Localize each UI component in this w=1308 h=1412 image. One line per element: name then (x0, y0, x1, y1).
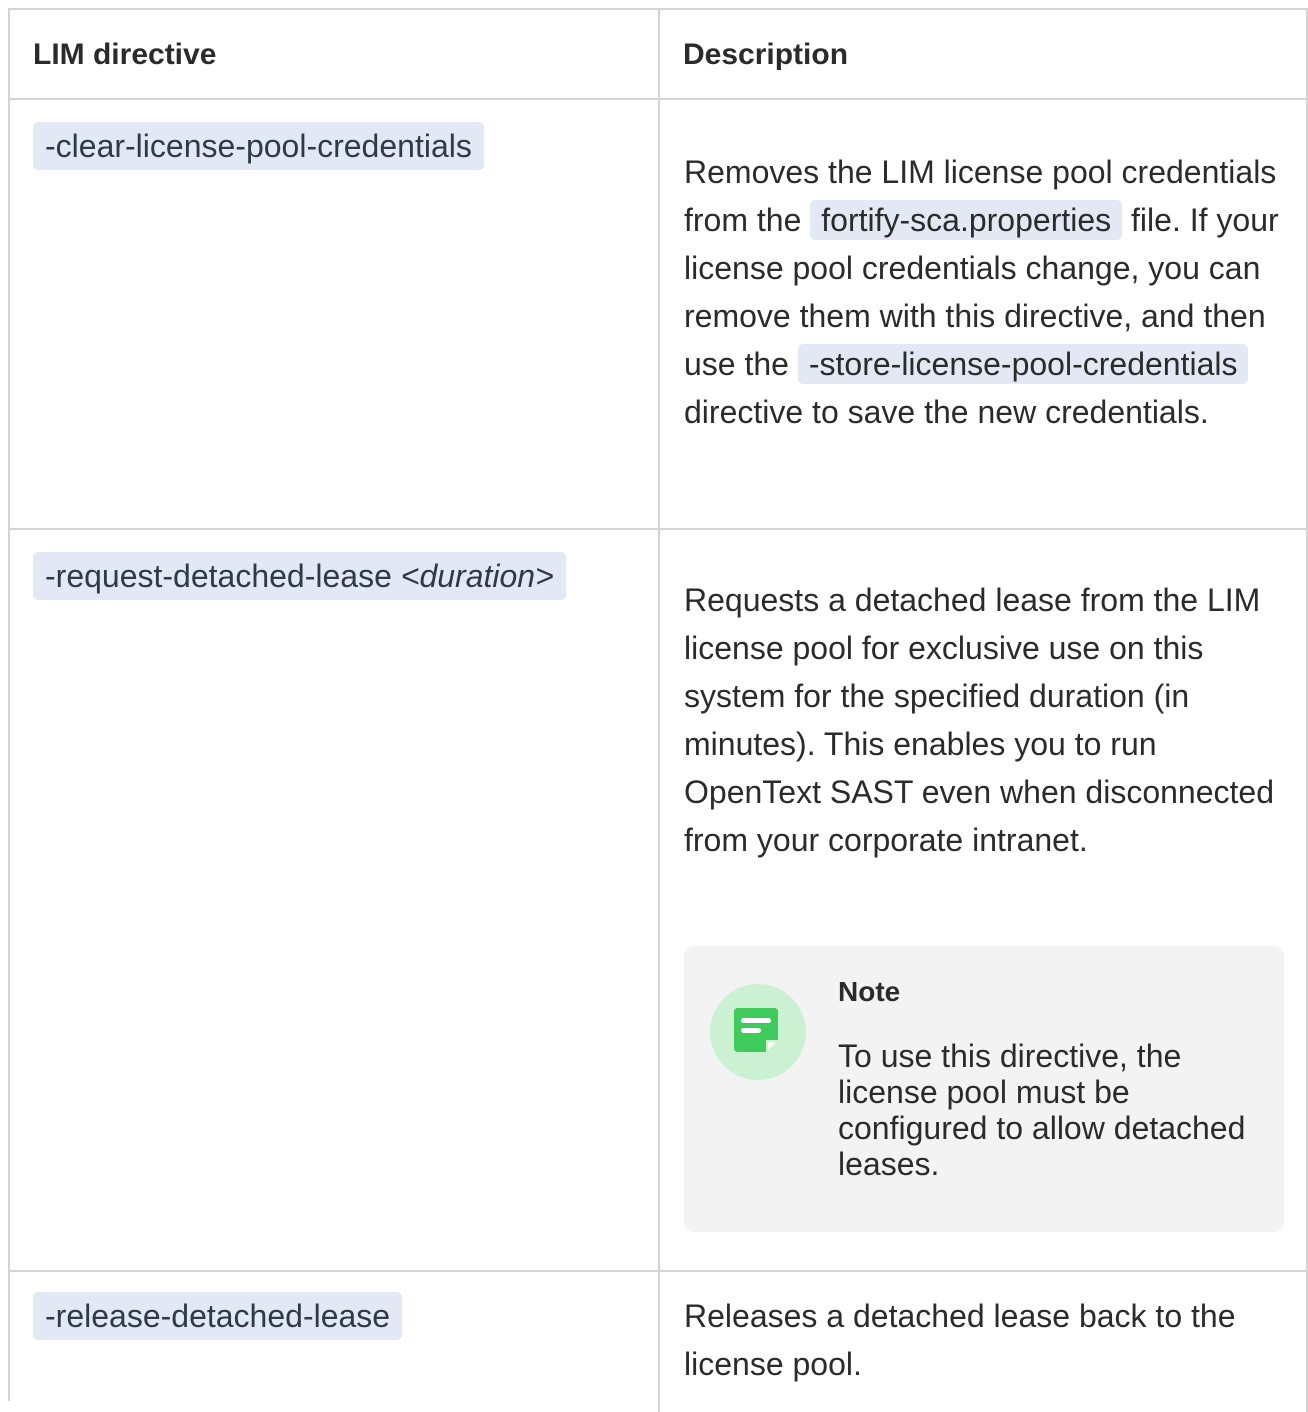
note-callout: Note To use this directive, the license … (684, 946, 1284, 1232)
directive-code: -request-detached-lease <duration> (33, 552, 566, 600)
directive-code: -clear-license-pool-credentials (33, 122, 484, 170)
description-cell: Removes the LIM license pool credentials… (660, 100, 1308, 528)
inline-code-properties-file: fortify-sca.properties (810, 200, 1123, 240)
description-cell: Requests a detached lease from the LIM l… (660, 530, 1308, 1270)
header-cell-directive: LIM directive (10, 10, 660, 98)
inline-code-store-directive: -store-license-pool-credentials (797, 344, 1249, 384)
description-text: Requests a detached lease from the LIM l… (684, 582, 1274, 858)
description-text: Releases a detached lease back to the li… (684, 1298, 1236, 1382)
description-text: Removes the LIM license pool credentials… (684, 148, 1290, 436)
directive-cell: -release-detached-lease (10, 1272, 660, 1412)
table-row: -request-detached-lease <duration> Reque… (10, 530, 1308, 1272)
table-row: -release-detached-lease Releases a detac… (10, 1272, 1308, 1412)
note-icon (710, 984, 806, 1080)
table-header-row: LIM directive Description (10, 10, 1308, 100)
column-header-description: Description (683, 38, 849, 71)
note-text: To use this directive, the license pool … (838, 1038, 1246, 1182)
table-row: -clear-license-pool-credentials Removes … (10, 100, 1308, 530)
directives-table: LIM directive Description -clear-license… (8, 8, 1308, 1412)
header-cell-description: Description (660, 10, 1308, 98)
note-title: Note (838, 976, 901, 1007)
directive-code: -release-detached-lease (33, 1292, 403, 1340)
directive-name: -request-detached-lease (45, 558, 401, 594)
description-cell: Releases a detached lease back to the li… (660, 1272, 1308, 1412)
directive-parameter: <duration> (400, 558, 554, 594)
column-header-directive: LIM directive (33, 38, 217, 71)
description-segment: directive to save the new credentials. (684, 394, 1209, 430)
directive-cell: -clear-license-pool-credentials (10, 100, 660, 528)
directive-cell: -request-detached-lease <duration> (10, 530, 660, 1270)
note-icon-glyph (734, 1008, 778, 1052)
